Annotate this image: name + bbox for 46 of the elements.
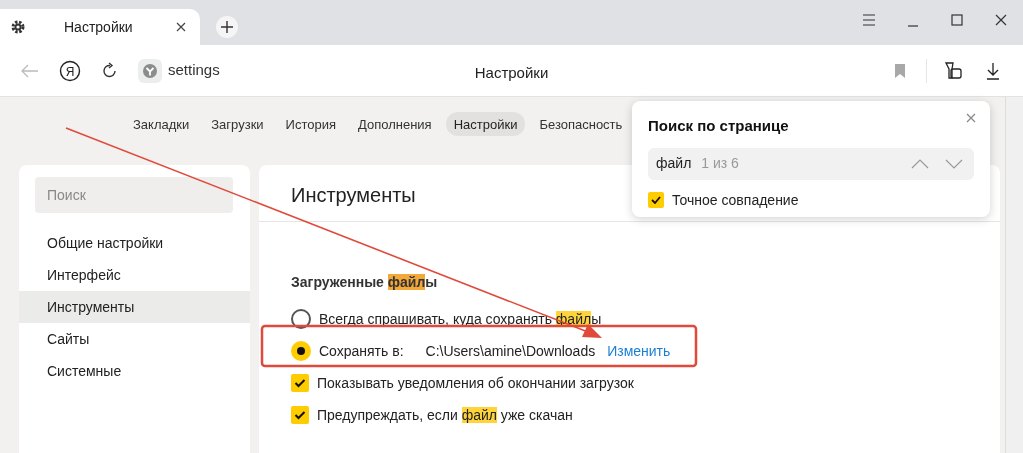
nav-tab[interactable]: Дополнения [350,112,440,136]
nav-tab[interactable]: История [277,112,344,136]
checkmark-icon [294,410,306,420]
option-label: Предупреждать, если файл уже скачан [317,405,573,425]
radio-button[interactable] [291,309,311,329]
download-icon[interactable] [985,61,1001,80]
sidebar-item[interactable]: Инструменты [19,291,250,323]
change-link[interactable]: Изменить [607,340,671,362]
shield-icon[interactable] [142,62,158,79]
new-tab-button[interactable] [216,16,238,38]
section-title: Инструменты [291,183,416,207]
gear-icon [10,19,26,35]
option-label: Точное совпадение [672,190,799,210]
option-label: Сохранять в: [319,341,404,361]
query-text: файл [656,154,692,173]
group-title: Загруженные файлы [291,273,439,292]
match-count: 1 из 6 [701,154,739,173]
nav-tab[interactable]: Загрузки [203,112,272,136]
checkmark-icon [294,378,306,388]
logo-icon[interactable]: Я [59,59,81,82]
nav-tab[interactable]: Безопасность [531,112,631,136]
checkbox[interactable] [291,374,309,392]
checkbox[interactable] [648,192,664,208]
checkbox[interactable] [291,406,309,424]
menu-icon[interactable] [860,11,878,29]
maximize-icon[interactable] [948,11,966,29]
page-title: Настройки [474,63,549,83]
browser-tab[interactable]: Настройки [0,9,200,45]
nav-tab[interactable]: Настройки [445,112,526,136]
sidebar-item[interactable]: Системные [19,355,250,387]
sidebar-item[interactable]: Общие настройки [19,227,250,259]
find-panel-title: Поиск по странице [648,116,789,136]
address-text[interactable]: settings [168,59,220,82]
sidebar-item[interactable]: Сайты [19,323,250,355]
side-panel-icon[interactable] [943,60,963,81]
folder-path: C:\Users\amine\Downloads [425,341,596,361]
plus-icon [220,20,234,34]
nav-tab[interactable]: Закладки [125,112,198,136]
tab-title: Настройки [64,17,133,37]
reload-icon[interactable] [101,61,119,80]
radio-button[interactable] [291,341,311,361]
search-field[interactable]: Поиск [35,177,233,213]
option-label: Показывать уведомления об окончании загрузок [317,373,634,393]
sidebar-item[interactable]: Интерфейс [19,259,250,291]
checkmark-icon [651,196,661,204]
close-icon[interactable] [176,22,186,32]
